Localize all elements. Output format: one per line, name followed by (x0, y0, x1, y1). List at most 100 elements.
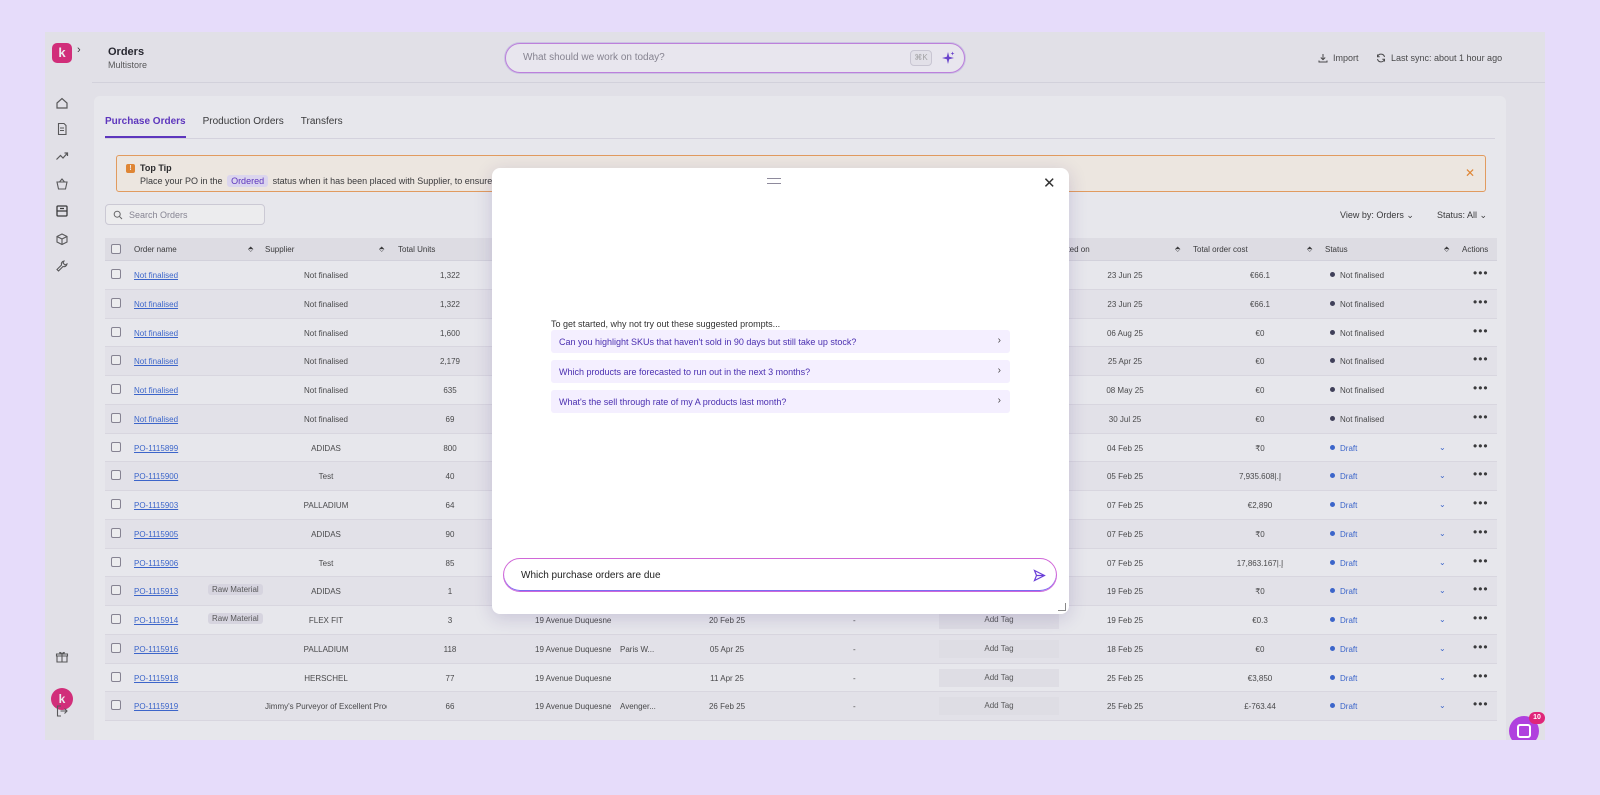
sort-icon[interactable]: ⬘ (1307, 245, 1312, 253)
add-tag-button[interactable]: Add Tag (939, 639, 1059, 658)
order-name-link[interactable]: PO-1115899 (134, 444, 178, 453)
wrench-icon[interactable] (55, 259, 69, 273)
view-by-dropdown[interactable]: View by: Orders ⌄ (1340, 210, 1414, 221)
chevron-down-icon[interactable]: ⌄ (1439, 471, 1446, 480)
row-checkbox[interactable] (111, 470, 121, 481)
chevron-down-icon[interactable]: ⌄ (1439, 615, 1446, 624)
add-tag-button[interactable]: Add Tag (939, 668, 1059, 687)
row-checkbox[interactable] (111, 585, 121, 596)
sparkle-icon[interactable] (940, 50, 956, 66)
col-supplier[interactable]: Supplier (265, 245, 294, 254)
status-cell[interactable]: Draft (1330, 674, 1357, 683)
row-checkbox[interactable] (111, 499, 121, 509)
more-actions-icon[interactable]: ••• (1473, 525, 1489, 539)
row-checkbox[interactable] (111, 441, 121, 452)
order-name-link[interactable]: PO-1115913 (134, 587, 178, 596)
row-checkbox[interactable] (111, 527, 121, 538)
resize-handle-icon[interactable] (1058, 603, 1066, 611)
status-cell[interactable]: Draft (1330, 530, 1357, 539)
status-cell[interactable]: Draft (1330, 501, 1357, 510)
chevron-down-icon[interactable]: ⌄ (1439, 586, 1446, 595)
select-all-checkbox[interactable] (111, 244, 121, 254)
sort-icon[interactable]: ⬘ (379, 245, 384, 253)
more-actions-icon[interactable]: ••• (1473, 324, 1489, 338)
search-orders[interactable]: Search Orders (105, 204, 265, 225)
chevron-down-icon[interactable]: ⌄ (1439, 443, 1446, 452)
col-total-units[interactable]: Total Units (398, 245, 435, 254)
sort-icon[interactable]: ⬘ (1175, 245, 1180, 253)
row-checkbox[interactable] (111, 642, 121, 653)
row-checkbox[interactable] (111, 671, 121, 682)
chevron-down-icon[interactable]: ⌄ (1439, 558, 1446, 567)
order-name-link[interactable]: PO-1115918 (134, 674, 178, 683)
more-actions-icon[interactable]: ••• (1473, 352, 1489, 366)
table-row[interactable]: PO-1115918 HERSCHEL 77 19 Avenue Duquesne 11… (105, 664, 1497, 693)
more-actions-icon[interactable]: ••• (1473, 439, 1489, 453)
sort-icon[interactable]: ⬘ (248, 245, 253, 253)
more-actions-icon[interactable]: ••• (1473, 410, 1489, 424)
suggested-prompt[interactable]: Can you highlight SKUs that haven't sold… (551, 330, 1010, 353)
order-name-link[interactable]: Not finalised (134, 329, 178, 338)
row-checkbox[interactable] (111, 614, 121, 624)
chevron-right-icon[interactable]: › (77, 44, 81, 56)
row-checkbox[interactable] (111, 297, 121, 308)
more-actions-icon[interactable]: ••• (1473, 582, 1489, 596)
table-row[interactable]: PO-1115916 PALLADIUM 118 19 Avenue Duquesne… (105, 634, 1497, 664)
chevron-down-icon[interactable]: ⌄ (1439, 529, 1446, 538)
chat-input-value[interactable]: Which purchase orders are due (521, 570, 661, 581)
chat-input[interactable]: Which purchase orders are due (503, 558, 1057, 592)
order-name-link[interactable]: Not finalised (134, 415, 178, 424)
tab-transfers[interactable]: Transfers (301, 116, 343, 138)
more-actions-icon[interactable]: ••• (1473, 611, 1489, 625)
command-bar[interactable]: What should we work on today? ⌘K (505, 43, 965, 73)
more-actions-icon[interactable]: ••• (1473, 554, 1489, 568)
home-icon[interactable] (55, 96, 69, 110)
col-total-order-cost[interactable]: Total order cost (1193, 245, 1248, 254)
more-actions-icon[interactable]: ••• (1473, 496, 1489, 510)
document-icon[interactable] (55, 122, 69, 136)
col-order-name[interactable]: Order name (134, 245, 177, 254)
row-checkbox[interactable] (111, 269, 121, 279)
status-cell[interactable]: Draft (1330, 444, 1357, 453)
more-actions-icon[interactable]: ••• (1473, 381, 1489, 395)
order-name-link[interactable]: Not finalised (134, 386, 178, 395)
order-name-link[interactable]: PO-1115905 (134, 530, 178, 539)
order-name-link[interactable]: PO-1115906 (134, 559, 178, 568)
status-cell[interactable]: Draft (1330, 702, 1357, 711)
row-checkbox[interactable] (111, 556, 121, 567)
close-icon[interactable]: ✕ (1465, 166, 1475, 180)
row-checkbox[interactable] (111, 355, 121, 366)
row-checkbox[interactable] (111, 384, 121, 394)
chevron-down-icon[interactable]: ⌄ (1439, 701, 1446, 710)
brand-logo[interactable]: k (52, 43, 72, 63)
add-tag-button[interactable]: Add Tag (939, 697, 1059, 716)
sort-icon[interactable]: ⬘ (1444, 245, 1449, 253)
box-icon[interactable] (55, 232, 69, 246)
order-name-link[interactable]: PO-1115916 (134, 645, 178, 654)
tab-purchase-orders[interactable]: Purchase Orders (105, 116, 186, 138)
row-checkbox[interactable] (111, 700, 121, 711)
gift-icon[interactable] (55, 650, 69, 664)
order-name-link[interactable]: Not finalised (134, 271, 178, 280)
drag-handle-icon[interactable] (767, 178, 781, 184)
order-name-link[interactable]: Not finalised (134, 300, 178, 309)
chevron-down-icon[interactable]: ⌄ (1439, 644, 1446, 653)
logout-icon[interactable] (55, 704, 69, 718)
order-name-link[interactable]: PO-1115919 (134, 702, 178, 711)
support-chat-button[interactable]: 10 (1509, 712, 1545, 740)
send-icon[interactable] (1033, 569, 1046, 582)
col-status[interactable]: Status (1325, 245, 1348, 254)
status-filter-dropdown[interactable]: Status: All ⌄ (1437, 210, 1487, 221)
status-cell[interactable]: Draft (1330, 645, 1357, 654)
status-cell[interactable]: Draft (1330, 472, 1357, 481)
more-actions-icon[interactable]: ••• (1473, 697, 1489, 711)
trend-icon[interactable] (55, 149, 69, 163)
orders-icon[interactable] (55, 204, 69, 218)
tab-production-orders[interactable]: Production Orders (203, 116, 284, 138)
more-actions-icon[interactable]: ••• (1473, 266, 1489, 280)
suggested-prompt[interactable]: Which products are forecasted to run out… (551, 360, 1010, 383)
more-actions-icon[interactable]: ••• (1473, 669, 1489, 683)
order-name-link[interactable]: PO-1115914 (134, 616, 178, 625)
status-cell[interactable]: Draft (1330, 559, 1357, 568)
table-row[interactable]: PO-1115919 Jimmy's Purveyor of Excellent … (105, 692, 1497, 721)
